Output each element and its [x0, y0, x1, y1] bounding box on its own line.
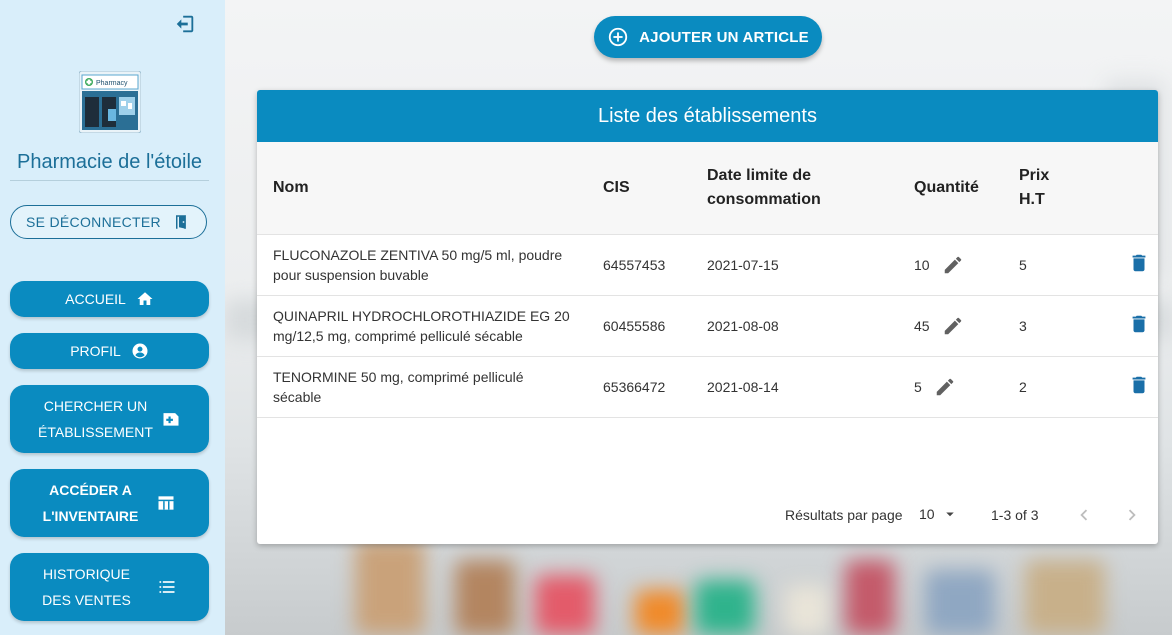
cell-nom-line2: pour suspension buvable: [273, 267, 429, 283]
logout-button[interactable]: SE DÉCONNECTER: [10, 205, 207, 239]
logo-text: Pharmacy: [96, 80, 128, 87]
header-prix[interactable]: Prix H.T: [1019, 142, 1096, 235]
search-pharmacy-icon: [161, 409, 181, 429]
cell-nom-line1: QUINAPRIL HYDROCHLOROTHIAZIDE EG 20: [273, 308, 570, 324]
nav-accueil-button[interactable]: ACCUEIL: [10, 281, 209, 317]
cell-nom-line2: sécable: [273, 389, 322, 405]
trash-icon[interactable]: [1128, 374, 1150, 396]
table-icon: [156, 493, 176, 513]
cell-actions: [1096, 234, 1158, 296]
header-nom[interactable]: Nom: [257, 142, 603, 235]
header-prix-line2: H.T: [1019, 191, 1045, 208]
nav-chercher-button[interactable]: CHERCHER UN ÉTABLISSEMENT: [10, 385, 209, 453]
header-quantite[interactable]: Quantité: [914, 142, 1019, 235]
divider: [10, 180, 209, 181]
nav-chercher-label-line1: CHERCHER UN: [43, 398, 148, 414]
home-icon: [136, 290, 154, 308]
cell-nom-line1: TENORMINE 50 mg, comprimé pelliculé: [273, 369, 524, 385]
inventory-table: Nom CIS Date limite de consommation Quan…: [257, 142, 1158, 418]
header-date-line1: Date limite de: [707, 167, 812, 184]
add-article-label: AJOUTER UN ARTICLE: [639, 28, 809, 46]
cell-nom: QUINAPRIL HYDROCHLOROTHIAZIDE EG 20 mg/1…: [257, 295, 603, 357]
cell-date: 2021-07-15: [707, 234, 914, 296]
cell-date: 2021-08-14: [707, 356, 914, 418]
table-row: TENORMINE 50 mg, comprimé pelliculé séca…: [257, 356, 1158, 418]
cell-prix: 3: [1019, 295, 1096, 357]
sidebar: Pharmacy Pharmacie de l'étoile SE DÉCONN…: [0, 0, 225, 635]
table-title: Liste des établissements: [257, 90, 1158, 142]
previous-page-button[interactable]: [1073, 504, 1095, 529]
nav-inventaire-label-line1: ACCÉDER A: [49, 482, 132, 498]
quantite-value: 5: [914, 379, 922, 395]
pharmacy-logo: Pharmacy: [78, 70, 142, 134]
header-actions: [1096, 142, 1158, 235]
cell-cis: 65366472: [603, 356, 707, 418]
pencil-icon[interactable]: [942, 315, 964, 337]
pharmacy-name: Pharmacie de l'étoile: [16, 151, 203, 173]
collapse-sidebar-icon: [176, 15, 194, 33]
cell-quantite: 10: [914, 234, 1019, 296]
inventory-card: Liste des établissements Nom CIS Date li…: [257, 90, 1158, 544]
cell-prix: 5: [1019, 234, 1096, 296]
nav-inventaire-button[interactable]: ACCÉDER A L'INVENTAIRE: [10, 469, 209, 537]
logout-label: SE DÉCONNECTER: [26, 214, 161, 230]
account-circle-icon: [131, 342, 149, 360]
pencil-icon[interactable]: [942, 254, 964, 276]
nav-profil-label: PROFIL: [70, 343, 121, 359]
rows-per-page-value: 10: [919, 506, 935, 522]
nav-historique-label-line2: DES VENTES: [42, 592, 131, 608]
cell-quantite: 5: [914, 356, 1019, 418]
cell-nom: FLUCONAZOLE ZENTIVA 50 mg/5 ml, poudre p…: [257, 234, 603, 296]
nav-inventaire-label-line2: L'INVENTAIRE: [42, 508, 139, 524]
cell-nom: TENORMINE 50 mg, comprimé pelliculé séca…: [257, 356, 603, 418]
trash-icon[interactable]: [1128, 252, 1150, 274]
collapse-sidebar-button[interactable]: [171, 11, 199, 37]
header-cis[interactable]: CIS: [603, 142, 707, 235]
header-prix-line1: Prix: [1019, 167, 1050, 184]
rows-per-page-select[interactable]: 10: [919, 505, 959, 523]
nav-profil-button[interactable]: PROFIL: [10, 333, 209, 369]
cell-cis: 64557453: [603, 234, 707, 296]
pencil-icon[interactable]: [934, 376, 956, 398]
plus-circle-icon: [608, 27, 628, 47]
nav-historique-label-line1: HISTORIQUE: [43, 566, 130, 582]
add-article-button[interactable]: AJOUTER UN ARTICLE: [594, 16, 822, 58]
door-icon: [175, 215, 186, 229]
rows-per-page-label: Résultats par page: [785, 507, 903, 523]
table-row: QUINAPRIL HYDROCHLOROTHIAZIDE EG 20 mg/1…: [257, 295, 1158, 357]
chevron-right-icon: [1128, 509, 1136, 521]
cell-actions: [1096, 295, 1158, 357]
nav-chercher-label-line2: ÉTABLISSEMENT: [38, 424, 153, 440]
cell-prix: 2: [1019, 356, 1096, 418]
chevron-left-icon: [1080, 509, 1088, 521]
cell-actions: [1096, 356, 1158, 418]
list-icon: [157, 577, 177, 597]
header-date[interactable]: Date limite de consommation: [707, 142, 914, 235]
table-row: FLUCONAZOLE ZENTIVA 50 mg/5 ml, poudre p…: [257, 234, 1158, 296]
header-date-line2: consommation: [707, 191, 821, 208]
table-pagination: Résultats par page 10 1-3 of 3: [257, 488, 1158, 544]
nav-historique-button[interactable]: HISTORIQUE DES VENTES: [10, 553, 209, 621]
cell-nom-line2: mg/12,5 mg, comprimé pelliculé sécable: [273, 328, 523, 344]
cell-cis: 60455586: [603, 295, 707, 357]
table-header-row: Nom CIS Date limite de consommation Quan…: [257, 142, 1158, 235]
arrow-drop-down-icon: [945, 512, 954, 517]
quantite-value: 45: [914, 318, 930, 334]
cell-quantite: 45: [914, 295, 1019, 357]
cell-date: 2021-08-08: [707, 295, 914, 357]
trash-icon[interactable]: [1128, 313, 1150, 335]
pagination-range: 1-3 of 3: [991, 507, 1039, 523]
quantite-value: 10: [914, 257, 930, 273]
cell-nom-line1: FLUCONAZOLE ZENTIVA 50 mg/5 ml, poudre: [273, 247, 563, 263]
nav-accueil-label: ACCUEIL: [65, 291, 126, 307]
next-page-button[interactable]: [1121, 504, 1143, 529]
